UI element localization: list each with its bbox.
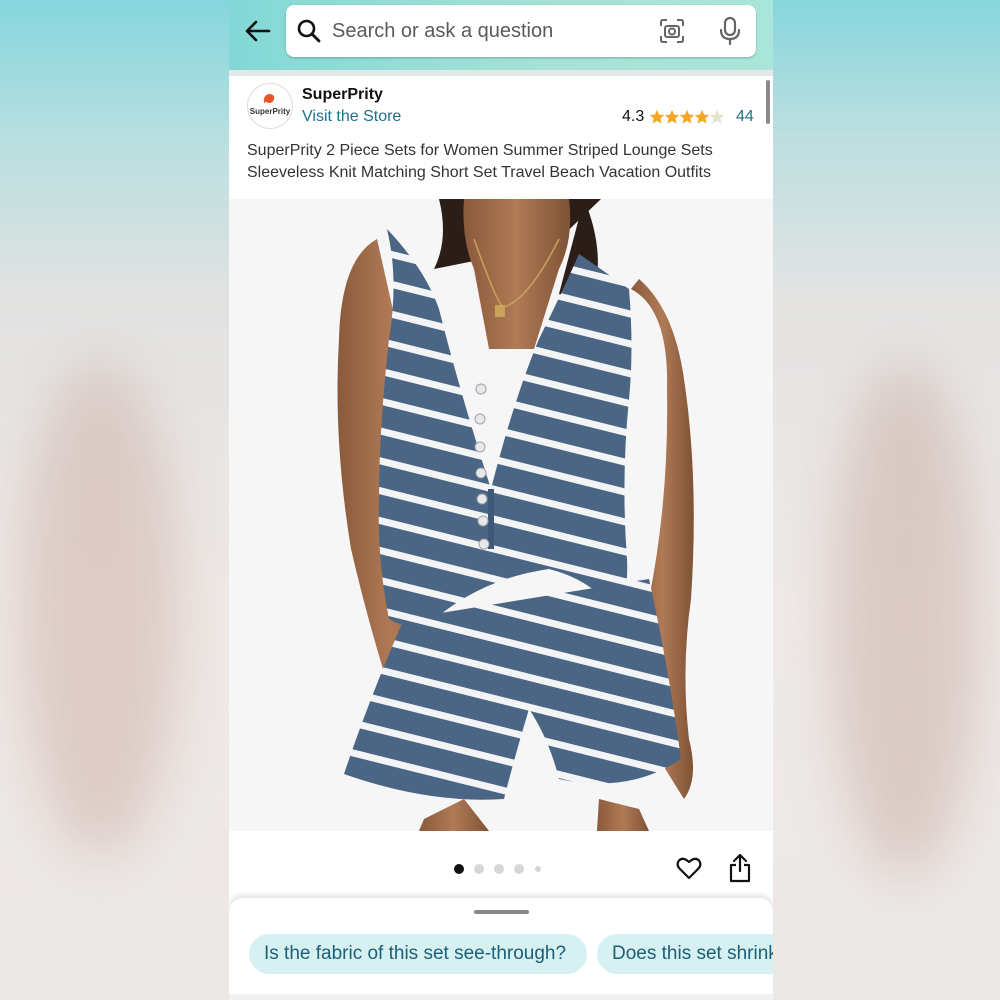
pagination-dot[interactable] [514, 864, 524, 874]
pagination-dot[interactable] [474, 864, 484, 874]
search-icon [297, 19, 321, 43]
header-divider [229, 70, 773, 76]
app-screen: SuperPrity SuperPrity Visit the Store 4.… [229, 0, 773, 1000]
pagination-dot[interactable] [535, 866, 541, 872]
share-icon[interactable] [728, 853, 752, 883]
review-count[interactable]: 44 [736, 108, 754, 126]
seller-logo-text: SuperPrity [249, 107, 291, 116]
suggested-question-chip[interactable]: Does this set shrink [597, 934, 773, 974]
scrollbar[interactable] [766, 80, 770, 124]
product-photo-illustration [229, 199, 773, 831]
search-input[interactable] [332, 15, 632, 47]
search-box[interactable] [286, 5, 756, 57]
rating-value: 4.3 [622, 108, 645, 125]
image-pagination-dots[interactable] [454, 864, 554, 876]
product-image[interactable] [229, 199, 773, 831]
product-title: SuperPrity 2 Piece Sets for Women Summer… [247, 142, 713, 181]
microphone-icon[interactable] [716, 16, 744, 46]
sheet-drag-handle[interactable] [474, 910, 529, 914]
suggested-question-chip[interactable]: Is the fabric of this set see-through? [249, 934, 587, 974]
visit-store-link[interactable]: Visit the Store [302, 108, 401, 126]
camera-scan-icon[interactable] [658, 17, 686, 45]
brand-mark-icon [263, 94, 275, 103]
bottom-divider [229, 994, 773, 1000]
background-blur-shape [20, 360, 180, 860]
top-search-bar [229, 0, 773, 70]
pagination-dot[interactable] [454, 864, 464, 874]
seller-name: SuperPrity [302, 86, 383, 103]
seller-logo[interactable]: SuperPrity [247, 83, 293, 129]
arrow-left-icon[interactable] [243, 16, 273, 46]
heart-icon[interactable] [676, 855, 702, 881]
background-blur-shape [830, 360, 980, 880]
star-rating-icon[interactable] [649, 109, 725, 125]
pagination-dot[interactable] [494, 864, 504, 874]
